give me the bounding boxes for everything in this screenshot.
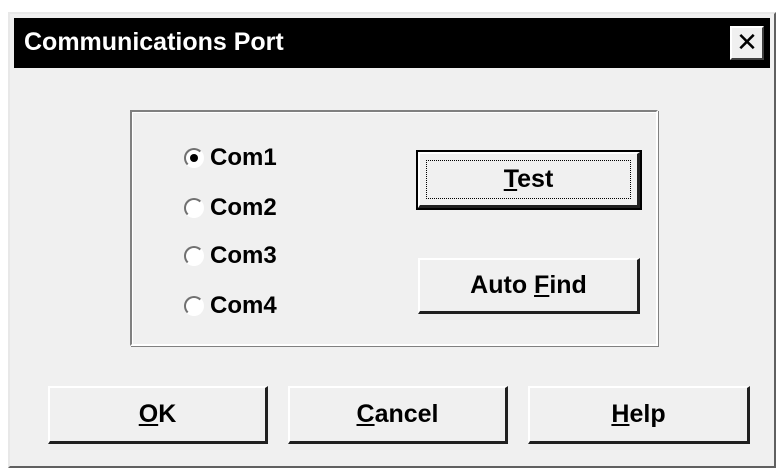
radio-label-com1: Com1 <box>210 144 277 171</box>
window-title: Communications Port <box>24 28 284 56</box>
cancel-button-label: Cancel <box>356 400 439 428</box>
radio-unselected-icon[interactable] <box>184 198 204 218</box>
radio-label-com3: Com3 <box>210 242 277 269</box>
help-button-label: Help <box>611 400 666 428</box>
radio-com2[interactable]: Com2 <box>184 192 277 224</box>
close-icon: ✕ <box>736 27 758 57</box>
help-button[interactable]: Help <box>528 386 750 444</box>
ok-button[interactable]: OK <box>48 386 268 444</box>
com-port-group: Com1 Com2 Com3 Com4 Test Auto Find <box>130 110 658 346</box>
radio-com4[interactable]: Com4 <box>184 290 277 322</box>
close-button[interactable]: ✕ <box>730 26 764 60</box>
radio-label-com4: Com4 <box>210 292 277 319</box>
communications-port-dialog: Communications Port ✕ Com1 Com2 Com3 Com… <box>8 12 776 468</box>
title-bar[interactable]: Communications Port ✕ <box>14 18 770 68</box>
radio-unselected-icon[interactable] <box>184 296 204 316</box>
radio-unselected-icon[interactable] <box>184 246 204 266</box>
radio-com1[interactable]: Com1 <box>184 142 277 174</box>
cancel-button[interactable]: Cancel <box>288 386 508 444</box>
radio-label-com2: Com2 <box>210 194 277 221</box>
auto-find-button[interactable]: Auto Find <box>418 258 640 314</box>
radio-com3[interactable]: Com3 <box>184 240 277 272</box>
test-button[interactable]: Test <box>416 150 642 210</box>
ok-button-label: OK <box>138 400 177 428</box>
radio-selected-icon[interactable] <box>184 148 204 168</box>
auto-find-button-label: Auto Find <box>470 271 587 299</box>
